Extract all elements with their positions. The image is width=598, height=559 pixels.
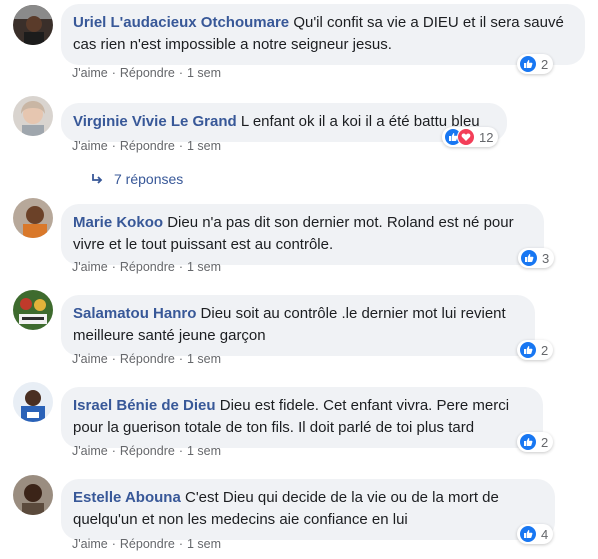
like-reaction-icon [519,341,537,359]
love-reaction-icon [457,128,475,146]
reaction-count: 2 [541,56,549,72]
comment-time[interactable]: 1 sem [187,537,221,551]
comment-author[interactable]: Uriel L'audacieux Otchoumare [73,14,289,31]
comment-actions: J'aime · Répondre · 1 sem [72,139,222,153]
reaction-count: 4 [541,526,549,542]
comment-bubble: Marie Kokoo Dieu n'a pas dit son dernier… [61,204,544,265]
like-reaction-icon [519,525,537,543]
like-link[interactable]: J'aime [72,139,108,153]
comment-author[interactable]: Marie Kokoo [73,214,163,231]
comment-bubble: Salamatou Hanro Dieu soit au contrôle .l… [61,295,535,356]
avatar[interactable] [13,290,53,330]
comment-time[interactable]: 1 sem [187,66,221,80]
reply-link[interactable]: Répondre [120,537,175,551]
comment-bubble: Virginie Vivie Le Grand L enfant ok il a… [61,103,507,142]
like-link[interactable]: J'aime [72,260,108,274]
like-link[interactable]: J'aime [72,537,108,551]
comment-time[interactable]: 1 sem [187,139,221,153]
avatar[interactable] [13,382,53,422]
avatar[interactable] [13,5,53,45]
like-link[interactable]: J'aime [72,66,108,80]
comment-actions: J'aime · Répondre · 1 sem [72,444,222,458]
reply-link[interactable]: Répondre [120,66,175,80]
comment-author[interactable]: Estelle Abouna [73,489,181,506]
view-replies-link[interactable]: 7 réponses [90,171,183,187]
avatar[interactable] [13,475,53,515]
like-reaction-icon [519,433,537,451]
reaction-count: 2 [541,434,549,450]
comment-text: L enfant ok il a koi il a été battu bleu [240,113,480,130]
comment-actions: J'aime · Répondre · 1 sem [72,537,222,551]
reply-link[interactable]: Répondre [120,444,175,458]
reaction-count: 3 [542,250,550,266]
comment-bubble: Israel Bénie de Dieu Dieu est fidele. Ce… [61,387,543,448]
comment-actions: J'aime · Répondre · 1 sem [72,352,222,366]
reactions-badge[interactable]: 2 [517,54,554,74]
reply-link[interactable]: Répondre [120,139,175,153]
comment-author[interactable]: Salamatou Hanro [73,305,196,322]
comment-time[interactable]: 1 sem [187,260,221,274]
comment-actions: J'aime · Répondre · 1 sem [72,66,222,80]
reactions-badge[interactable]: 3 [518,248,555,268]
reactions-badge[interactable]: 12 [442,127,499,147]
comment-time[interactable]: 1 sem [187,444,221,458]
like-reaction-icon [519,55,537,73]
comment-bubble: Uriel L'audacieux Otchoumare Qu'il confi… [61,4,585,65]
avatar[interactable] [13,198,53,238]
reactions-badge[interactable]: 2 [517,340,554,360]
reply-link[interactable]: Répondre [120,260,175,274]
reactions-badge[interactable]: 2 [517,432,554,452]
comment-author[interactable]: Virginie Vivie Le Grand [73,113,237,130]
like-link[interactable]: J'aime [72,352,108,366]
avatar[interactable] [13,96,53,136]
reactions-badge[interactable]: 4 [517,524,554,544]
comment-bubble: Estelle Abouna C'est Dieu qui decide de … [61,479,555,540]
replies-count[interactable]: 7 réponses [114,171,183,187]
reply-arrow-icon [92,174,103,184]
comment-author[interactable]: Israel Bénie de Dieu [73,397,216,414]
comment-time[interactable]: 1 sem [187,352,221,366]
like-link[interactable]: J'aime [72,444,108,458]
like-reaction-icon [520,249,538,267]
reply-link[interactable]: Répondre [120,352,175,366]
reaction-count: 12 [479,129,494,145]
comment-actions: J'aime · Répondre · 1 sem [72,260,222,274]
reaction-count: 2 [541,342,549,358]
